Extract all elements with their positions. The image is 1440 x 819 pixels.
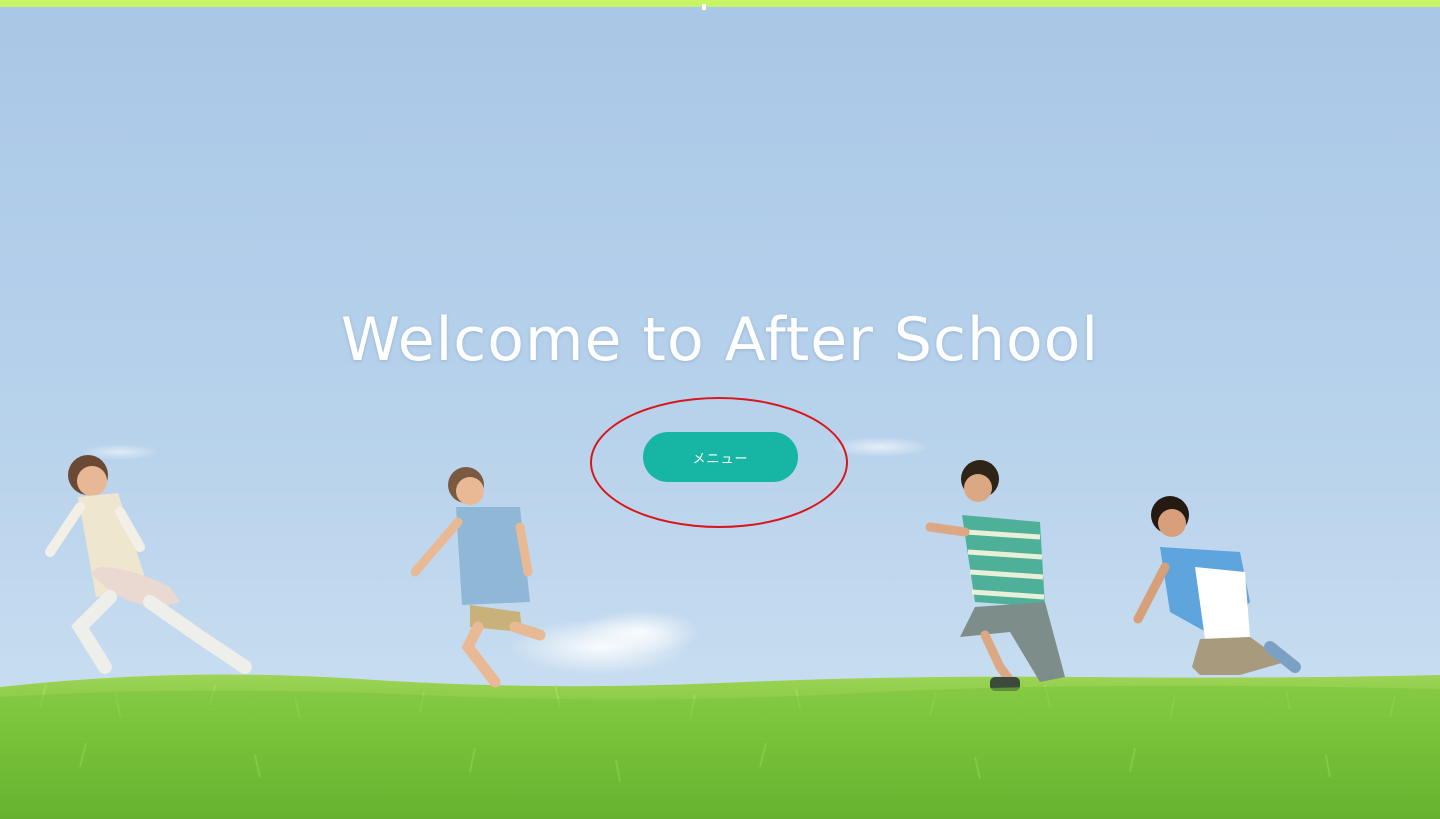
- cloud: [830, 437, 930, 457]
- menu-button[interactable]: メニュー: [643, 432, 798, 482]
- cloud: [580, 610, 700, 654]
- hero-title: Welcome to After School: [340, 305, 1100, 375]
- hero-section: [0, 7, 1440, 819]
- grass-overlay: [0, 685, 1440, 819]
- top-bar-indicator: [702, 4, 706, 10]
- page: Welcome to After School メニュー: [0, 0, 1440, 819]
- top-bar: [0, 0, 1440, 7]
- hero-background-image: [0, 7, 1440, 819]
